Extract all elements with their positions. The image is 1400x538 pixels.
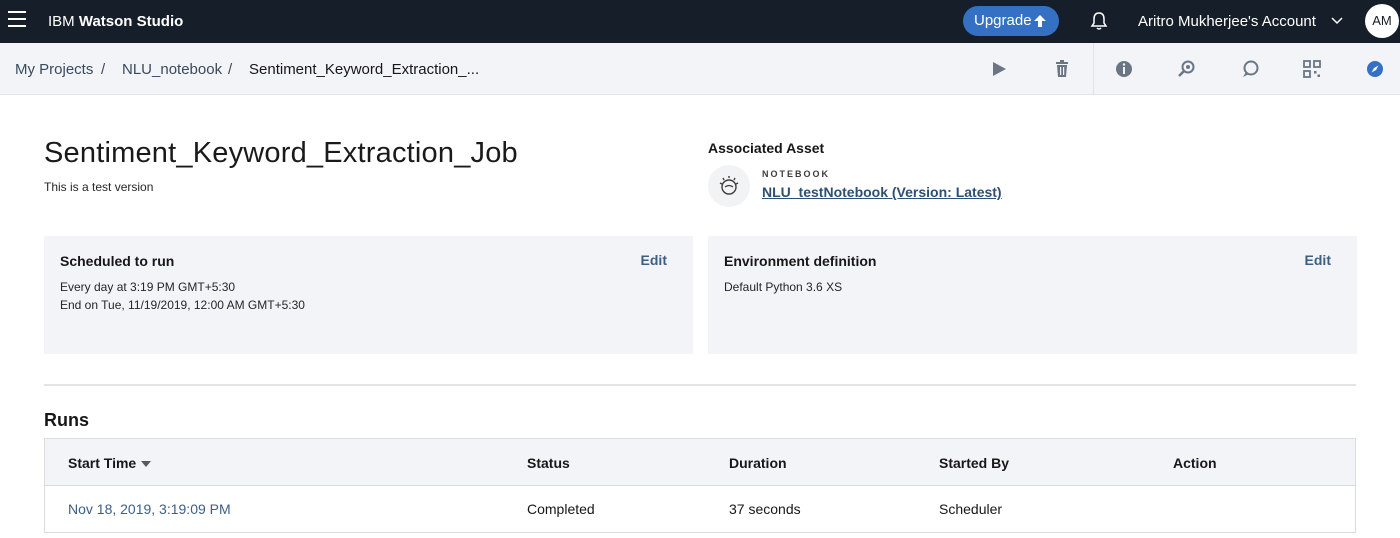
schedule-frequency: Every day at 3:19 PM GMT+5:30 [60, 280, 236, 294]
breadcrumb-my-projects[interactable]: My Projects [15, 61, 93, 78]
notifications-bell-icon[interactable] [1088, 10, 1110, 32]
section-divider [44, 384, 1356, 386]
table-header: Start Time Status Duration Started By Ac… [45, 439, 1355, 486]
column-header-started-by: Started By [939, 455, 1010, 471]
associated-asset-heading: Associated Asset [708, 140, 825, 156]
environment-card-title: Environment definition [724, 253, 877, 269]
column-header-action: Action [1173, 455, 1217, 471]
brand-title[interactable]: IBM Watson Studio [48, 13, 183, 30]
column-header-status: Status [527, 455, 570, 471]
runs-table: Start Time Status Duration Started By Ac… [44, 438, 1356, 533]
breadcrumb-bar: My Projects / NLU_notebook / Sentiment_K… [0, 43, 1400, 95]
brand-prefix: IBM [48, 13, 79, 30]
environment-card: Environment definition Edit Default Pyth… [708, 236, 1357, 354]
breadcrumb-project[interactable]: NLU_notebook [122, 61, 222, 78]
account-switcher[interactable]: Aritro Mukherjee's Account [1138, 13, 1316, 30]
brand-product: Watson Studio [78, 13, 184, 30]
column-header-duration: Duration [729, 455, 787, 471]
notebook-icon [708, 165, 750, 207]
toolbar-divider [1093, 43, 1094, 95]
environment-definition-value: Default Python 3.6 XS [724, 280, 843, 294]
edit-environment-button[interactable]: Edit [1305, 252, 1331, 268]
info-icon[interactable] [1114, 59, 1134, 79]
run-status: Completed [527, 501, 595, 517]
upgrade-button[interactable]: Upgrade [963, 6, 1059, 36]
find-and-add-data-icon[interactable] [1177, 59, 1197, 79]
avatar[interactable]: AM [1365, 4, 1399, 38]
comments-icon[interactable] [1240, 59, 1260, 79]
runs-heading: Runs [44, 410, 89, 430]
job-description: This is a test version [44, 180, 154, 194]
edit-schedule-button[interactable]: Edit [641, 252, 667, 268]
run-duration: 37 seconds [729, 501, 801, 517]
run-icon[interactable] [989, 59, 1009, 79]
grid-icon[interactable] [1302, 59, 1322, 79]
table-row: Nov 18, 2019, 3:19:09 PM Completed 37 se… [45, 486, 1355, 532]
top-nav-bar: IBM Watson Studio Upgrade Aritro Mukherj… [0, 0, 1400, 43]
explore-compass-icon[interactable] [1365, 59, 1385, 79]
schedule-card: Scheduled to run Edit Every day at 3:19 … [44, 236, 693, 354]
delete-icon[interactable] [1052, 59, 1072, 79]
schedule-card-title: Scheduled to run [60, 253, 175, 269]
schedule-end-date: End on Tue, 11/19/2019, 12:00 AM GMT+5:3… [60, 298, 305, 312]
breadcrumb-separator: / [101, 61, 106, 78]
page-title: Sentiment_Keyword_Extraction_Job [44, 137, 518, 169]
run-started-by: Scheduler [939, 501, 1003, 517]
upgrade-label: Upgrade [974, 12, 1032, 29]
column-header-start-time[interactable]: Start Time [68, 455, 152, 471]
hamburger-menu-icon[interactable] [8, 11, 26, 29]
associated-notebook-link[interactable]: NLU_testNotebook (Version: Latest) [762, 184, 1002, 200]
column-header-label: Start Time [68, 455, 137, 471]
breadcrumb-separator: / [228, 61, 233, 78]
breadcrumb-current-job: Sentiment_Keyword_Extraction_... [249, 61, 480, 78]
chevron-down-icon[interactable] [1330, 15, 1344, 27]
run-start-time-link[interactable]: Nov 18, 2019, 3:19:09 PM [68, 501, 231, 517]
upload-arrow-icon [1034, 15, 1046, 27]
asset-type-label: NOTEBOOK [762, 169, 831, 179]
sort-descending-icon [141, 461, 152, 468]
